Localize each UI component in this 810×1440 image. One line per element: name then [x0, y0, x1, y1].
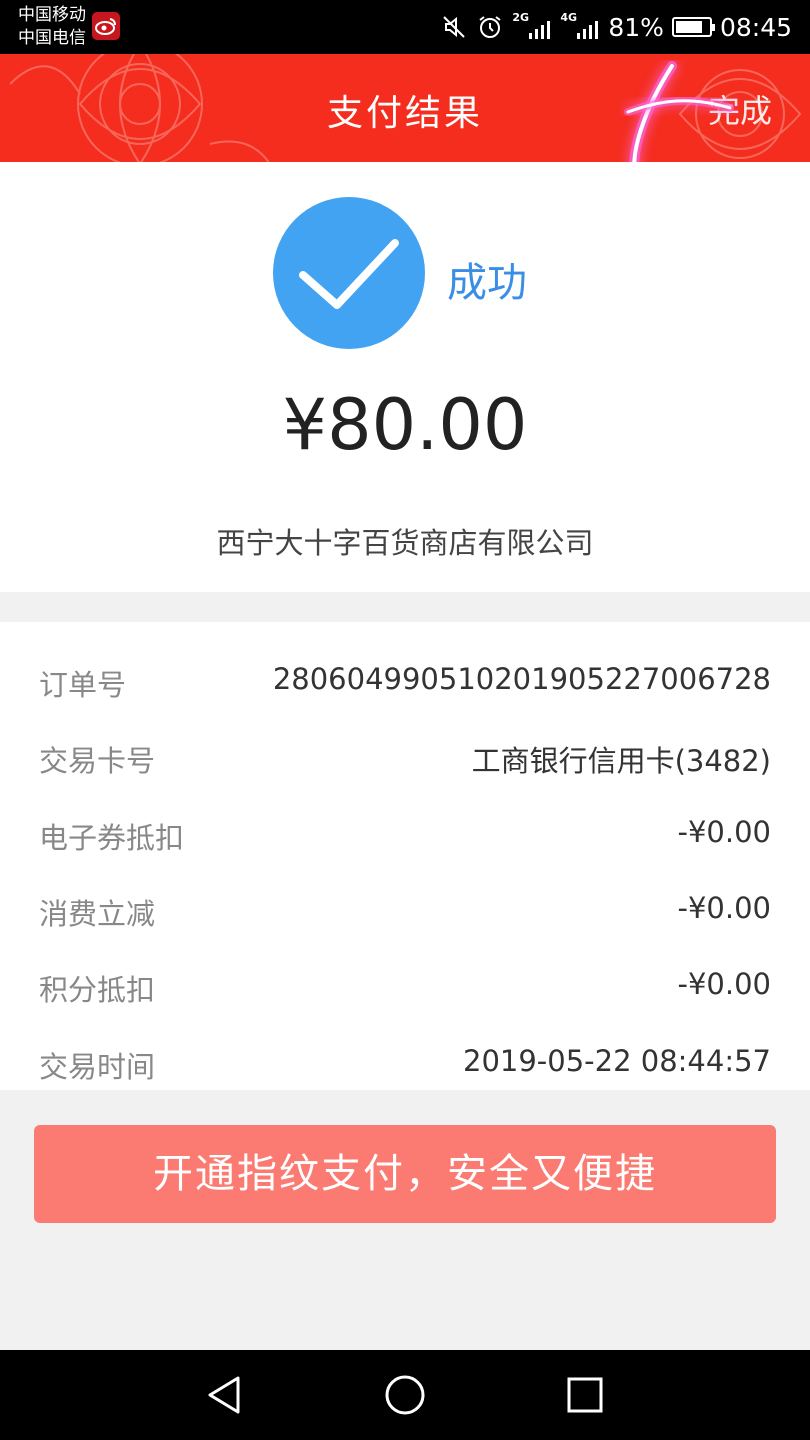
detail-value: 2019-05-22 08:44:57 — [463, 1044, 771, 1078]
header-bar: 支付结果 完成 — [0, 54, 810, 162]
clock: 08:45 — [719, 12, 792, 42]
carrier-1: 中国移动 — [18, 5, 86, 25]
detail-row-coupon: 电子券抵扣 -¥0.00 — [0, 801, 810, 861]
detail-value: 280604990510201905227006728 — [272, 662, 771, 696]
detail-value: -¥0.00 — [677, 815, 772, 849]
detail-label: 交易卡号 — [39, 744, 156, 778]
carrier-info: 中国移动 中国电信 — [18, 4, 86, 50]
detail-row-order-number: 订单号 280604990510201905227006728 — [0, 648, 810, 708]
detail-row-discount: 消费立减 -¥0.00 — [0, 877, 810, 937]
merchant-name: 西宁大十字百货商店有限公司 — [216, 526, 594, 560]
system-nav-bar — [0, 1350, 810, 1440]
signal-icon: 4G — [560, 11, 600, 41]
battery-icon — [671, 17, 715, 37]
page-title: 支付结果 — [326, 93, 483, 134]
detail-row-card: 交易卡号 工商银行信用卡(3482) — [0, 724, 810, 784]
recent-apps-icon[interactable] — [560, 1372, 610, 1418]
weibo-icon — [92, 12, 120, 40]
detail-value: -¥0.00 — [677, 967, 772, 1001]
detail-value: 工商银行信用卡(3482) — [471, 744, 771, 778]
status-bar: 中国移动 中国电信 2G 4G 81% 08:45 — [0, 0, 810, 54]
battery-percent: 81% — [608, 12, 664, 42]
signal-icon: 2G — [512, 11, 552, 41]
home-icon[interactable] — [380, 1372, 430, 1418]
carrier-2: 中国电信 — [18, 28, 86, 48]
detail-label: 消费立减 — [39, 897, 156, 931]
back-icon[interactable] — [200, 1372, 250, 1418]
detail-label: 积分抵扣 — [39, 973, 156, 1007]
mute-icon — [443, 16, 466, 38]
payment-amount: ¥80.00 — [282, 384, 528, 466]
done-button[interactable]: 完成 — [708, 86, 772, 132]
payment-status: 成功 — [447, 260, 527, 306]
payment-result-card: 成功 ¥80.00 西宁大十字百货商店有限公司 — [0, 162, 810, 592]
detail-label: 交易时间 — [39, 1050, 156, 1084]
enable-fingerprint-button[interactable]: 开通指纹支付，安全又便捷 — [34, 1125, 776, 1223]
detail-label: 电子券抵扣 — [39, 821, 185, 855]
detail-row-points: 积分抵扣 -¥0.00 — [0, 953, 810, 1013]
success-check-icon — [273, 197, 425, 349]
transaction-details: 订单号 280604990510201905227006728 交易卡号 工商银… — [0, 622, 810, 1090]
alarm-icon — [479, 16, 501, 38]
detail-value: -¥0.00 — [677, 891, 772, 925]
detail-row-time: 交易时间 2019-05-22 08:44:57 — [0, 1030, 810, 1090]
detail-label: 订单号 — [39, 668, 127, 702]
